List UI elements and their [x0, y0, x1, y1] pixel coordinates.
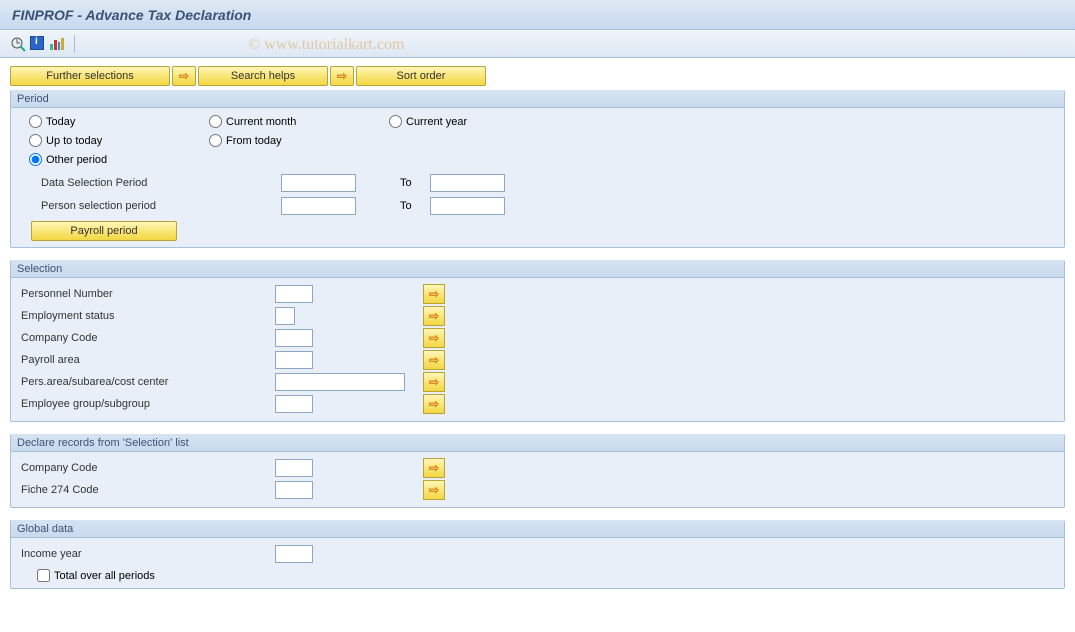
fiche-274-multi-button[interactable]: ⇨: [423, 480, 445, 500]
search-helps-button[interactable]: Search helps: [198, 66, 328, 86]
data-selection-period-label: Data Selection Period: [41, 177, 281, 189]
arrow-right-icon: ⇨: [429, 309, 439, 323]
toolbar-separator: [74, 35, 75, 53]
arrow-right-icon: ⇨: [429, 353, 439, 367]
radio-current-month[interactable]: Current month: [209, 115, 389, 128]
total-over-all-periods-label: Total over all periods: [54, 570, 155, 582]
employment-status-input[interactable]: [275, 307, 295, 325]
arrow-right-icon: ⇨: [429, 287, 439, 301]
personnel-number-label: Personnel Number: [17, 288, 275, 300]
radio-other-period-label: Other period: [46, 154, 107, 166]
radio-other-period[interactable]: Other period: [29, 153, 209, 166]
declare-group: Declare records from 'Selection' list Co…: [10, 434, 1065, 508]
to-label: To: [400, 177, 430, 189]
fiche-274-label: Fiche 274 Code: [17, 484, 275, 496]
radio-today[interactable]: Today: [29, 115, 209, 128]
selection-group: Selection Personnel Number ⇨ Employment …: [10, 260, 1065, 422]
sort-order-arrow[interactable]: ⇨: [330, 66, 354, 86]
total-over-all-periods-checkbox[interactable]: [37, 569, 50, 582]
search-helps-arrow[interactable]: ⇨: [172, 66, 196, 86]
pers-area-multi-button[interactable]: ⇨: [423, 372, 445, 392]
person-selection-period-label: Person selection period: [41, 200, 281, 212]
declare-company-code-label: Company Code: [17, 462, 275, 474]
radio-up-to-today-label: Up to today: [46, 135, 102, 147]
arrow-right-icon: ⇨: [179, 69, 189, 83]
person-selection-from-input[interactable]: [281, 197, 356, 215]
arrow-right-icon: ⇨: [429, 331, 439, 345]
pers-area-label: Pers.area/subarea/cost center: [17, 376, 275, 388]
global-group-title: Global data: [11, 520, 1064, 538]
fiche-274-input[interactable]: [275, 481, 313, 499]
company-code-input[interactable]: [275, 329, 313, 347]
variant-icon[interactable]: [50, 36, 66, 52]
radio-up-to-today[interactable]: Up to today: [29, 134, 209, 147]
sort-order-button[interactable]: Sort order: [356, 66, 486, 86]
declare-group-title: Declare records from 'Selection' list: [11, 434, 1064, 452]
personnel-number-input[interactable]: [275, 285, 313, 303]
radio-from-today-label: From today: [226, 135, 282, 147]
period-group: Period Today Current month Current year …: [10, 90, 1065, 248]
further-selections-button[interactable]: Further selections: [10, 66, 170, 86]
data-selection-from-input[interactable]: [281, 174, 356, 192]
income-year-input[interactable]: [275, 545, 313, 563]
employment-status-multi-button[interactable]: ⇨: [423, 306, 445, 326]
action-button-row: Further selections ⇨ Search helps ⇨ Sort…: [0, 58, 1075, 94]
declare-company-code-multi-button[interactable]: ⇨: [423, 458, 445, 478]
radio-from-today[interactable]: From today: [209, 134, 389, 147]
personnel-number-multi-button[interactable]: ⇨: [423, 284, 445, 304]
payroll-area-input[interactable]: [275, 351, 313, 369]
app-header: FINPROF - Advance Tax Declaration: [0, 0, 1075, 30]
arrow-right-icon: ⇨: [429, 461, 439, 475]
info-icon[interactable]: [30, 36, 46, 52]
employee-group-label: Employee group/subgroup: [17, 398, 275, 410]
radio-current-year[interactable]: Current year: [389, 115, 569, 128]
to-label: To: [400, 200, 430, 212]
arrow-right-icon: ⇨: [429, 397, 439, 411]
payroll-period-button[interactable]: Payroll period: [31, 221, 177, 241]
page-title: FINPROF - Advance Tax Declaration: [12, 7, 251, 23]
radio-today-label: Today: [46, 116, 75, 128]
company-code-multi-button[interactable]: ⇨: [423, 328, 445, 348]
payroll-area-label: Payroll area: [17, 354, 275, 366]
selection-group-title: Selection: [11, 260, 1064, 278]
radio-current-month-label: Current month: [226, 116, 296, 128]
pers-area-input[interactable]: [275, 373, 405, 391]
employee-group-multi-button[interactable]: ⇨: [423, 394, 445, 414]
radio-current-year-label: Current year: [406, 116, 467, 128]
arrow-right-icon: ⇨: [337, 69, 347, 83]
data-selection-to-input[interactable]: [430, 174, 505, 192]
period-group-title: Period: [11, 90, 1064, 108]
person-selection-to-input[interactable]: [430, 197, 505, 215]
app-toolbar: [0, 30, 1075, 58]
arrow-right-icon: ⇨: [429, 375, 439, 389]
income-year-label: Income year: [17, 548, 275, 560]
global-group: Global data Income year Total over all p…: [10, 520, 1065, 589]
declare-company-code-input[interactable]: [275, 459, 313, 477]
execute-icon[interactable]: [10, 36, 26, 52]
employment-status-label: Employment status: [17, 310, 275, 322]
payroll-area-multi-button[interactable]: ⇨: [423, 350, 445, 370]
company-code-label: Company Code: [17, 332, 275, 344]
arrow-right-icon: ⇨: [429, 483, 439, 497]
employee-group-input[interactable]: [275, 395, 313, 413]
